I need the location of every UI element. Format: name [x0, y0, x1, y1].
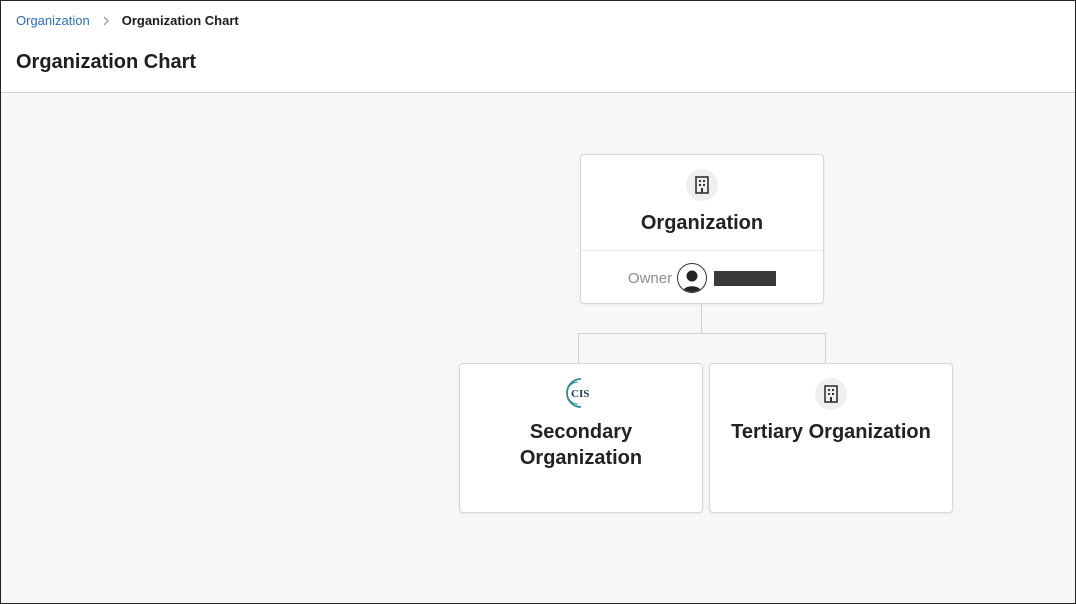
page-header: Organization Organization Chart Organiza…	[1, 1, 1075, 93]
user-avatar-icon[interactable]	[677, 263, 708, 293]
org-name-secondary: Secondary Organization	[519, 421, 643, 469]
org-card-secondary[interactable]: CIS Secondary Organization	[459, 363, 703, 513]
owner-label: Owner	[627, 269, 673, 287]
org-chart-canvas[interactable]: Organization Owner CIS Secondary Organiz…	[1, 93, 1075, 603]
owner-name-redacted	[714, 270, 777, 286]
connector-right-down	[825, 333, 826, 363]
building-icon	[815, 378, 847, 410]
connector-root-down	[701, 303, 702, 333]
connector-left-down	[578, 333, 579, 363]
org-name-root: Organization	[640, 212, 764, 234]
chevron-right-icon	[99, 14, 113, 28]
building-icon	[686, 169, 718, 201]
connector-horizontal	[578, 333, 826, 334]
breadcrumb: Organization Organization Chart	[16, 13, 239, 28]
org-card-tertiary[interactable]: Tertiary Organization	[709, 363, 953, 513]
app-window: Organization Organization Chart Organiza…	[0, 0, 1076, 604]
breadcrumb-current: Organization Chart	[121, 13, 239, 28]
breadcrumb-link-organization[interactable]: Organization	[16, 13, 90, 28]
card-divider	[581, 250, 823, 251]
cis-logo-text: CIS	[571, 388, 589, 400]
org-card-root[interactable]: Organization Owner	[580, 154, 824, 304]
owner-row: Owner	[581, 263, 823, 293]
cis-logo-icon: CIS	[564, 376, 598, 410]
org-name-tertiary: Tertiary Organization	[731, 421, 931, 443]
page-title: Organization Chart	[16, 51, 197, 73]
